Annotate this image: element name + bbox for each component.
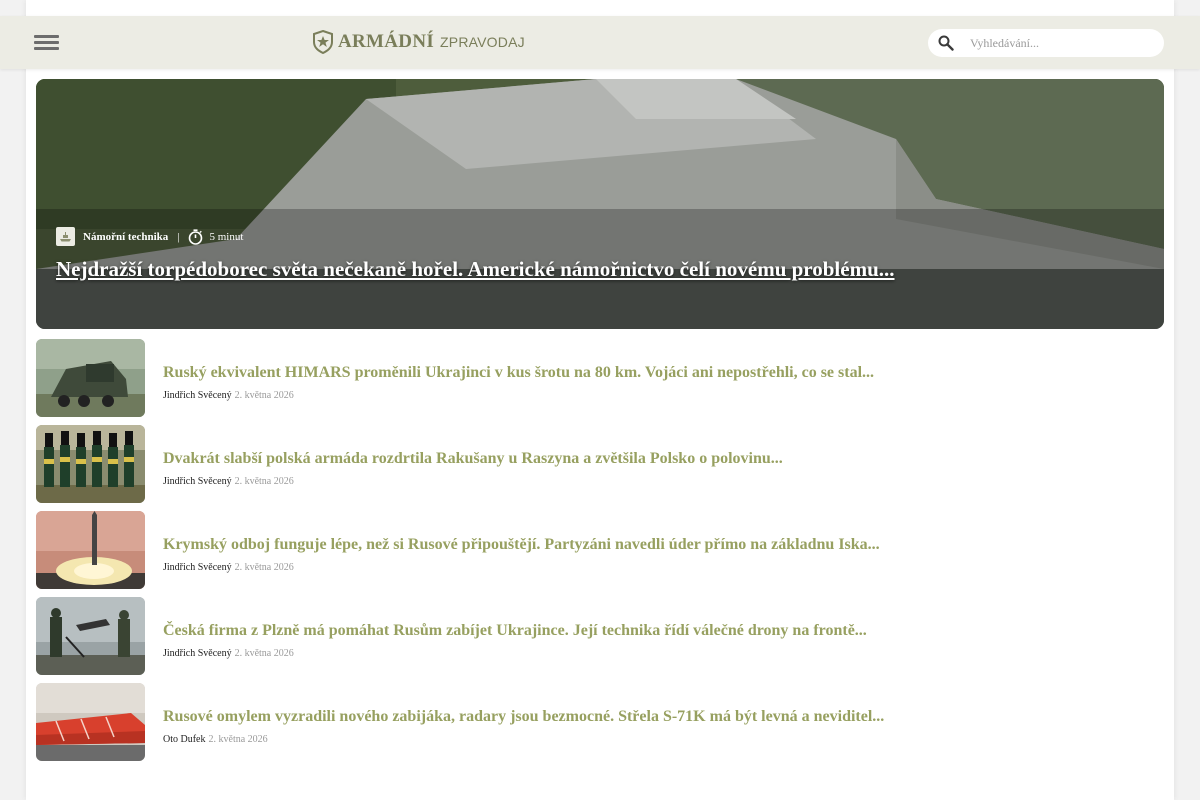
hamburger-menu-button[interactable] <box>34 33 60 51</box>
article-meta: Jindřich Svěcený 2. května 2026 <box>163 562 294 573</box>
hero-read-time: 5 minut <box>209 230 244 243</box>
hero-article[interactable]: Námořní technika | 5 minut Nejdražší tor… <box>36 79 1164 329</box>
stopwatch-icon <box>188 228 203 245</box>
shield-star-icon <box>313 30 333 54</box>
article-author-link[interactable]: Jindřich Svěcený <box>163 562 232 573</box>
search-input[interactable] <box>968 34 1152 52</box>
article-meta: Jindřich Svěcený 2. května 2026 <box>163 390 294 401</box>
category-icon <box>56 227 75 246</box>
hero-category-link[interactable]: Námořní technika <box>83 231 168 243</box>
article-title-link[interactable]: Dvakrát slabší polská armáda rozdrtila R… <box>163 450 783 468</box>
article-author-link[interactable]: Oto Dufek <box>163 734 206 745</box>
hero-meta: Námořní technika | 5 minut <box>56 227 243 246</box>
article-date: 2. května 2026 <box>234 390 294 401</box>
article-author-link[interactable]: Jindřich Svěcený <box>163 648 232 659</box>
list-item: Česká firma z Plzně má pomáhat Rusům zab… <box>36 597 1164 675</box>
article-date: 2. května 2026 <box>234 562 294 573</box>
article-thumbnail[interactable] <box>36 597 145 675</box>
logo-text-secondary: ZPRAVODAJ <box>440 34 525 50</box>
menu-line-icon <box>34 41 59 44</box>
article-meta: Jindřich Svěcený 2. května 2026 <box>163 648 294 659</box>
search-box <box>928 29 1164 57</box>
article-author-link[interactable]: Jindřich Svěcený <box>163 476 232 487</box>
site-logo[interactable]: ARMÁDNÍ ZPRAVODAJ <box>312 29 525 55</box>
list-item: Krymský odboj funguje lépe, než si Rusov… <box>36 511 1164 589</box>
article-title-link[interactable]: Krymský odboj funguje lépe, než si Rusov… <box>163 536 880 554</box>
logo-text-primary: ARMÁDNÍ <box>338 31 435 52</box>
search-icon[interactable] <box>938 35 954 51</box>
article-thumbnail[interactable] <box>36 683 145 761</box>
article-meta: Oto Dufek 2. května 2026 <box>163 734 268 745</box>
article-thumbnail[interactable] <box>36 425 145 503</box>
menu-line-icon <box>34 47 59 50</box>
article-date: 2. května 2026 <box>208 734 268 745</box>
article-thumbnail[interactable] <box>36 511 145 589</box>
article-title-link[interactable]: Česká firma z Plzně má pomáhat Rusům zab… <box>163 622 867 640</box>
article-thumbnail[interactable] <box>36 339 145 417</box>
article-title-link[interactable]: Rusové omylem vyzradili nového zabijáka,… <box>163 708 884 726</box>
hero-image <box>36 79 1164 329</box>
meta-separator: | <box>177 230 180 243</box>
list-item: Ruský ekvivalent HIMARS proměnili Ukraji… <box>36 339 1164 417</box>
list-item: Dvakrát slabší polská armáda rozdrtila R… <box>36 425 1164 503</box>
article-meta: Jindřich Svěcený 2. května 2026 <box>163 476 294 487</box>
hero-title-link[interactable]: Nejdražší torpédoborec světa nečekaně ho… <box>56 257 1146 282</box>
article-author-link[interactable]: Jindřich Svěcený <box>163 390 232 401</box>
list-item: Rusové omylem vyzradili nového zabijáka,… <box>36 683 1164 761</box>
article-title-link[interactable]: Ruský ekvivalent HIMARS proměnili Ukraji… <box>163 364 874 382</box>
article-date: 2. května 2026 <box>234 648 294 659</box>
header-bar: ARMÁDNÍ ZPRAVODAJ <box>0 16 1200 69</box>
article-date: 2. května 2026 <box>234 476 294 487</box>
menu-line-icon <box>34 35 59 38</box>
